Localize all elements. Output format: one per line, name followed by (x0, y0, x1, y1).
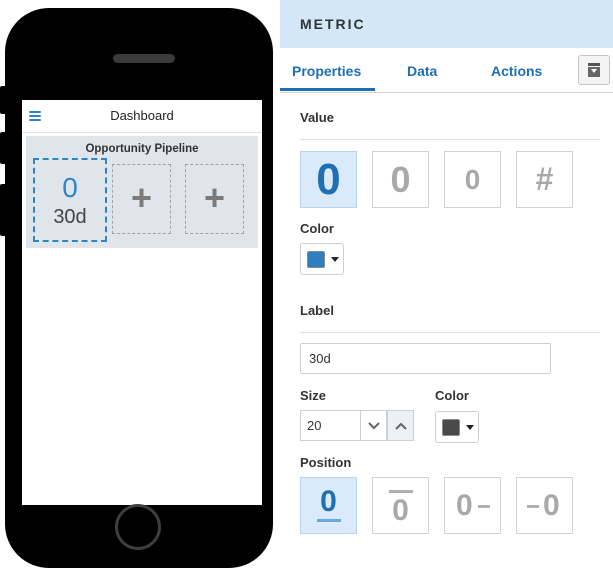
tab-bar: Properties Data Actions (280, 48, 613, 93)
phone-speaker (113, 54, 175, 63)
label-right-bar (478, 505, 490, 508)
position-below[interactable]: 0 (300, 477, 357, 534)
label-above-bar (389, 490, 413, 493)
value-style-medium-glyph: 0 (390, 159, 411, 200)
label-color-label: Color (435, 388, 469, 403)
app-title: Dashboard (110, 108, 174, 123)
metric-value: 0 (62, 172, 78, 203)
phone-preview: Dashboard Opportunity Pipeline 0 30d + + (0, 0, 280, 569)
properties-panel: METRIC Properties Data Actions Value 0 0… (280, 0, 613, 569)
position-right-glyph: 0 (456, 489, 473, 522)
section-divider (300, 332, 600, 333)
collapse-panel-button[interactable] (578, 55, 610, 85)
add-metric-slot[interactable]: + (185, 164, 244, 234)
value-style-small[interactable]: 0 (444, 151, 501, 208)
label-text-input[interactable] (300, 343, 551, 374)
value-section-label: Value (300, 110, 334, 125)
value-style-hash[interactable]: # (516, 151, 573, 208)
position-above[interactable]: 0 (372, 477, 429, 534)
phone-side-button (0, 86, 6, 114)
tab-data[interactable]: Data (407, 63, 437, 79)
phone-screen: Dashboard Opportunity Pipeline 0 30d + + (22, 100, 262, 505)
add-metric-slot[interactable]: + (112, 164, 171, 234)
position-section-label: Position (300, 455, 352, 470)
chevron-up-icon (395, 422, 407, 430)
app-header: Dashboard (22, 100, 262, 133)
color-swatch (307, 251, 325, 268)
label-below-bar (317, 519, 341, 522)
color-swatch (442, 419, 460, 436)
size-input[interactable] (300, 410, 360, 441)
value-style-large[interactable]: 0 (300, 151, 357, 208)
chevron-down-icon (331, 257, 339, 262)
size-label: Size (300, 388, 327, 403)
value-style-small-glyph: 0 (464, 164, 481, 195)
tab-properties[interactable]: Properties (292, 63, 361, 79)
active-tab-indicator (280, 88, 375, 91)
plus-icon: + (130, 177, 153, 218)
label-section-label: Label (300, 303, 334, 318)
position-left-glyph: 0 (543, 489, 560, 522)
card-title: Opportunity Pipeline (85, 143, 199, 155)
phone-side-button (0, 184, 6, 236)
metric-label: 30d (53, 206, 87, 228)
section-divider (300, 139, 600, 140)
hash-icon: # (535, 161, 554, 197)
plus-icon: + (203, 177, 226, 218)
panel-header: METRIC (280, 0, 613, 48)
phone-side-button (0, 132, 6, 164)
size-increase-button[interactable] (387, 410, 414, 441)
value-style-medium[interactable]: 0 (372, 151, 429, 208)
label-color-picker[interactable] (435, 411, 479, 443)
position-left[interactable]: 0 (516, 477, 573, 534)
phone-frame: Dashboard Opportunity Pipeline 0 30d + + (0, 8, 273, 568)
value-color-picker[interactable] (300, 243, 344, 275)
metric-slot-selected[interactable]: 0 30d (33, 158, 107, 242)
size-decrease-button[interactable] (360, 410, 387, 441)
position-right[interactable]: 0 (444, 477, 501, 534)
metric-card[interactable]: Opportunity Pipeline 0 30d + + (26, 136, 258, 248)
label-left-bar (527, 505, 539, 508)
tab-actions[interactable]: Actions (491, 63, 542, 79)
chevron-down-icon (466, 425, 474, 430)
value-style-large-glyph: 0 (316, 155, 341, 204)
chevron-down-icon (368, 422, 380, 430)
position-above-glyph: 0 (392, 494, 409, 527)
phone-home-button (115, 504, 161, 550)
panel-title: METRIC (300, 16, 366, 32)
collapse-panel-icon (588, 63, 600, 77)
value-color-label: Color (300, 221, 334, 236)
